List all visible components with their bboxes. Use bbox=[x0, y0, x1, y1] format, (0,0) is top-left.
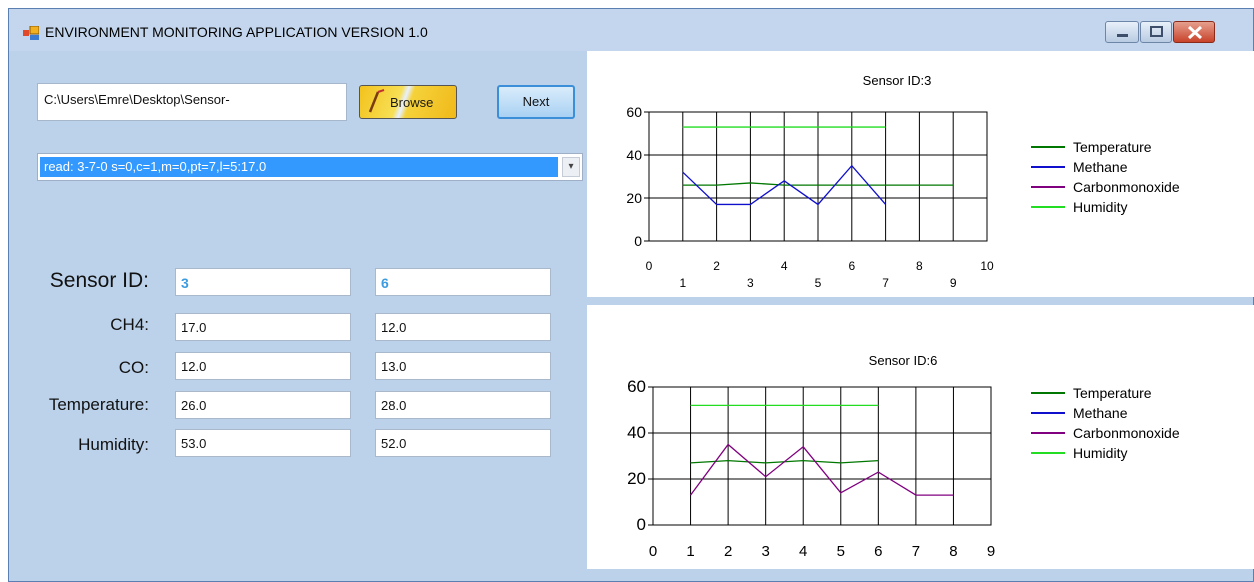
legend-label: Temperature bbox=[1073, 139, 1152, 155]
close-icon bbox=[1187, 25, 1203, 40]
sensor-a-id-field[interactable]: 3 bbox=[175, 268, 351, 296]
legend-label: Humidity bbox=[1073, 445, 1127, 461]
label-temperature: Temperature: bbox=[48, 395, 149, 414]
series-line-carbonmonoxide bbox=[690, 443, 954, 496]
sensor-a-temperature-field[interactable]: 26.0 bbox=[175, 391, 351, 419]
app-window: ENVIRONMENT MONITORING APPLICATION VERSI… bbox=[8, 8, 1254, 582]
sensor-b-co-field[interactable]: 13.0 bbox=[375, 352, 551, 380]
legend-label: Carbonmonoxide bbox=[1073, 425, 1180, 441]
browse-button-label: Browse bbox=[390, 95, 434, 110]
x-tick-label: 0 bbox=[646, 259, 653, 273]
x-tick-label: 3 bbox=[761, 543, 769, 560]
y-tick-label: 60 bbox=[626, 104, 642, 120]
minimize-icon bbox=[1117, 34, 1128, 37]
maximize-button[interactable] bbox=[1140, 21, 1172, 43]
x-tick-label: 7 bbox=[882, 276, 889, 290]
x-tick-label: 1 bbox=[679, 276, 686, 290]
sensor-b-temperature-field[interactable]: 28.0 bbox=[375, 391, 551, 419]
x-tick-label: 9 bbox=[950, 276, 957, 290]
chart-panel-sensor-b: Sensor ID:6 0 20 40 60 0 1 2 3 4 5 6 7 8 9 Temperature M… bbox=[587, 305, 1254, 569]
chevron-down-icon: ▾ bbox=[568, 161, 574, 172]
minimize-button[interactable] bbox=[1105, 21, 1139, 43]
label-sensor-id: Sensor ID: bbox=[49, 269, 149, 292]
y-tick-label: 0 bbox=[634, 233, 642, 249]
x-tick-label: 10 bbox=[980, 259, 994, 273]
x-tick-label: 2 bbox=[724, 543, 732, 560]
chart-sensor-a: Sensor ID:3 0 20 40 60 0 2 4 6 8 10 1 3 5 7 9 Temperatur… bbox=[626, 73, 1180, 290]
plot-area bbox=[652, 386, 992, 526]
browse-button[interactable]: Browse bbox=[359, 85, 457, 119]
legend-label: Carbonmonoxide bbox=[1073, 179, 1180, 195]
file-path-input[interactable]: C:\Users\Emre\Desktop\Sensor- bbox=[37, 83, 347, 121]
x-tick-label: 5 bbox=[837, 543, 845, 560]
sensor-a-co-field[interactable]: 12.0 bbox=[175, 352, 351, 380]
sensor-a-ch4-field[interactable]: 17.0 bbox=[175, 313, 351, 341]
x-tick-label: 0 bbox=[649, 543, 657, 560]
legend-label: Temperature bbox=[1073, 385, 1152, 401]
app-icon bbox=[23, 26, 39, 40]
x-tick-label: 9 bbox=[987, 543, 995, 560]
x-tick-label: 8 bbox=[916, 259, 923, 273]
sensor-a-humidity-field[interactable]: 53.0 bbox=[175, 429, 351, 457]
y-tick-label: 60 bbox=[627, 377, 646, 396]
y-tick-label: 40 bbox=[626, 147, 642, 163]
chart-title: Sensor ID:6 bbox=[869, 353, 938, 368]
x-tick-label: 5 bbox=[815, 276, 822, 290]
close-button[interactable] bbox=[1173, 21, 1215, 43]
serial-log-list[interactable]: read: 3-7-0 s=0,c=1,m=0,pt=7,l=5:17.0 ▾ bbox=[37, 153, 583, 181]
window-title: ENVIRONMENT MONITORING APPLICATION VERSI… bbox=[45, 24, 428, 40]
sensor-b-ch4-field[interactable]: 12.0 bbox=[375, 313, 551, 341]
legend-label: Methane bbox=[1073, 159, 1128, 175]
x-tick-label: 4 bbox=[781, 259, 788, 273]
x-tick-label: 6 bbox=[848, 259, 855, 273]
x-tick-label: 7 bbox=[912, 543, 920, 560]
y-tick-label: 20 bbox=[626, 190, 642, 206]
x-tick-label: 8 bbox=[949, 543, 957, 560]
x-tick-label: 2 bbox=[713, 259, 720, 273]
chart-sensor-b: Sensor ID:6 0 20 40 60 0 1 2 3 4 5 6 7 8 9 Temperature M… bbox=[627, 353, 1180, 560]
maximize-icon bbox=[1150, 26, 1163, 37]
x-tick-label: 3 bbox=[747, 276, 754, 290]
chart-title: Sensor ID:3 bbox=[863, 73, 932, 88]
x-tick-label: 1 bbox=[686, 543, 694, 560]
legend-label: Humidity bbox=[1073, 199, 1127, 215]
sensor-b-humidity-field[interactable]: 52.0 bbox=[375, 429, 551, 457]
title-bar: ENVIRONMENT MONITORING APPLICATION VERSI… bbox=[9, 9, 1253, 51]
chart-panel-sensor-a: Sensor ID:3 0 20 40 60 0 2 4 6 8 10 1 3 5 7 9 Temperatur… bbox=[587, 51, 1254, 297]
y-tick-label: 20 bbox=[627, 469, 646, 488]
x-tick-label: 6 bbox=[874, 543, 882, 560]
next-button[interactable]: Next bbox=[497, 85, 575, 119]
legend-label: Methane bbox=[1073, 405, 1128, 421]
log-line-selected[interactable]: read: 3-7-0 s=0,c=1,m=0,pt=7,l=5:17.0 bbox=[40, 157, 558, 177]
sensor-b-id-field[interactable]: 6 bbox=[375, 268, 551, 296]
y-tick-label: 0 bbox=[637, 515, 646, 534]
list-scroll-button[interactable]: ▾ bbox=[562, 157, 580, 177]
y-tick-label: 40 bbox=[627, 423, 646, 442]
label-co: CO: bbox=[118, 358, 149, 377]
x-tick-label: 4 bbox=[799, 543, 807, 560]
label-ch4: CH4: bbox=[110, 315, 149, 334]
label-humidity: Humidity: bbox=[78, 435, 149, 454]
